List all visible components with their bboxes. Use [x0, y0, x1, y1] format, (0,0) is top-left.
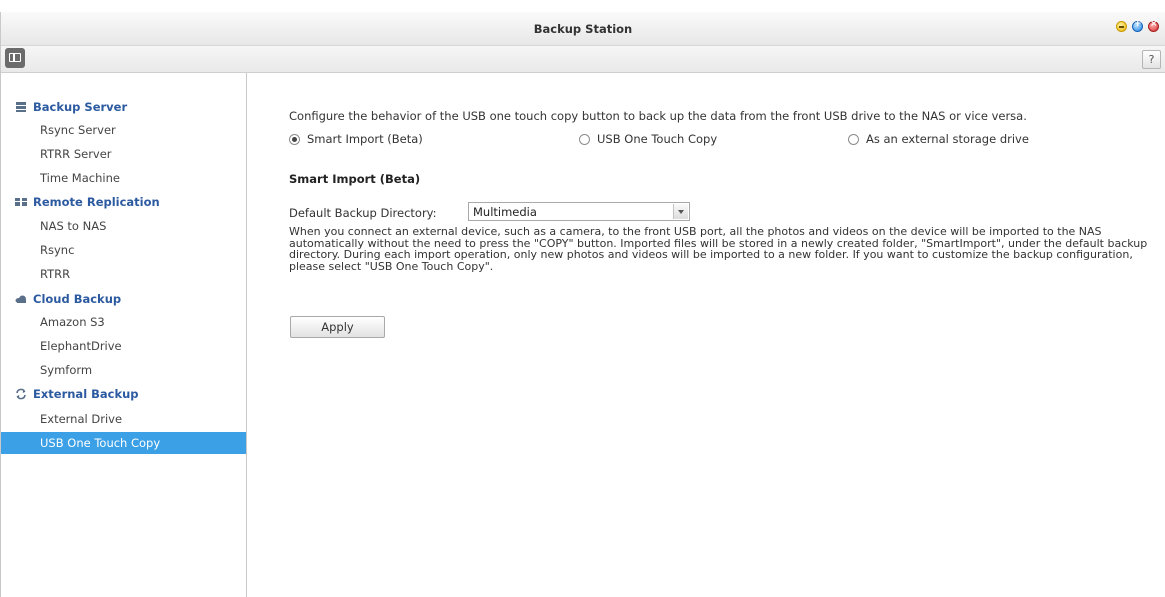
sidebar-item-symform[interactable]: Symform	[1, 359, 246, 381]
sidebar-item-rsync-server[interactable]: Rsync Server	[1, 119, 246, 141]
menu-toggle-button[interactable]	[5, 48, 25, 68]
radio-selected[interactable]	[289, 133, 300, 145]
smart-import-description: When you connect an external device, suc…	[289, 225, 1148, 273]
sidebar-item-time-machine[interactable]: Time Machine	[1, 167, 246, 189]
sidebar-item-elephantdrive[interactable]: ElephantDrive	[1, 335, 246, 357]
backup-directory-select[interactable]: Multimedia	[468, 202, 690, 221]
sidebar-item-rtrr-server[interactable]: RTRR Server	[1, 143, 246, 165]
cloud-icon	[15, 295, 26, 303]
radio-unselected[interactable]	[579, 133, 590, 145]
sidebar-group-label: Cloud Backup	[33, 292, 122, 306]
sidebar-group-label: External Backup	[33, 387, 139, 401]
sidebar-group-remote-replication[interactable]: Remote Replication	[15, 195, 160, 209]
close-icon[interactable]	[1148, 19, 1159, 32]
minimize-icon[interactable]	[1116, 21, 1127, 32]
description-text: Configure the behavior of the USB one to…	[289, 109, 1027, 123]
help-button[interactable]: ?	[1142, 50, 1161, 69]
maximize-icon[interactable]	[1132, 19, 1143, 32]
top-strip	[0, 0, 1165, 12]
sync-arrows-icon	[16, 388, 26, 400]
sidebar-group-cloud-backup[interactable]: Cloud Backup	[15, 292, 121, 306]
section-title: Smart Import (Beta)	[289, 172, 421, 186]
sidebar-item-usb-one-touch-copy[interactable]: USB One Touch Copy	[1, 432, 246, 454]
replication-icon	[15, 198, 27, 206]
directory-label: Default Backup Directory:	[289, 206, 437, 220]
backup-station-window: Backup Station ? Backup Server Rsync Ser…	[0, 12, 1165, 597]
select-value: Multimedia	[473, 205, 537, 219]
sidebar-item-rtrr[interactable]: RTRR	[1, 263, 246, 285]
sidebar-item-amazon-s3[interactable]: Amazon S3	[1, 311, 246, 333]
toolbar: ?	[1, 46, 1165, 73]
radio-unselected[interactable]	[848, 133, 859, 145]
server-icon	[16, 102, 26, 112]
sidebar-group-label: Backup Server	[33, 100, 128, 114]
window-controls	[1116, 19, 1159, 32]
sidebar-item-external-drive[interactable]: External Drive	[1, 408, 246, 430]
option-external-storage[interactable]: As an external storage drive	[848, 132, 1029, 146]
sidebar-group-backup-server[interactable]: Backup Server	[15, 100, 127, 114]
panel-icon	[9, 53, 21, 62]
option-label: Smart Import (Beta)	[307, 132, 423, 146]
option-smart-import[interactable]: Smart Import (Beta)	[289, 132, 423, 146]
sidebar-group-label: Remote Replication	[33, 195, 160, 209]
title-bar: Backup Station	[1, 12, 1165, 46]
main-content: Configure the behavior of the USB one to…	[248, 73, 1165, 597]
apply-button[interactable]: Apply	[290, 316, 385, 338]
chevron-down-icon[interactable]	[673, 204, 688, 219]
option-usb-one-touch-copy[interactable]: USB One Touch Copy	[579, 132, 717, 146]
option-label: USB One Touch Copy	[597, 132, 718, 146]
sidebar-group-external-backup[interactable]: External Backup	[15, 387, 139, 401]
option-label: As an external storage drive	[866, 132, 1029, 146]
sidebar-item-rsync[interactable]: Rsync	[1, 239, 246, 261]
window-title: Backup Station	[533, 22, 633, 36]
sidebar: Backup Server Rsync Server RTRR Server T…	[1, 73, 247, 597]
sidebar-item-nas-to-nas[interactable]: NAS to NAS	[1, 215, 246, 237]
